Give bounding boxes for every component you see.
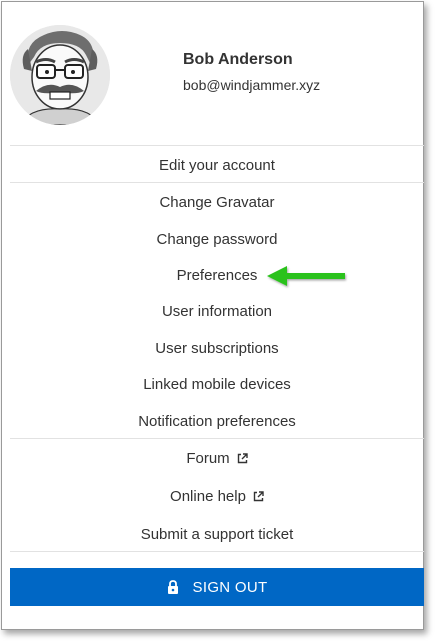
menu-item-label: Change password bbox=[156, 230, 278, 248]
edit-account-link[interactable]: Edit your account bbox=[10, 147, 424, 183]
divider bbox=[10, 551, 424, 552]
menu-item-label: User subscriptions bbox=[155, 339, 279, 357]
change-password-link[interactable]: Change password bbox=[10, 221, 424, 257]
green-arrow-icon bbox=[267, 266, 345, 286]
avatar-cartoon-icon bbox=[10, 25, 110, 125]
user-name: Bob Anderson bbox=[183, 51, 293, 68]
submit-support-ticket-link[interactable]: Submit a support ticket bbox=[10, 516, 424, 552]
menu-item-label: Online help bbox=[170, 487, 246, 505]
change-gravatar-link[interactable]: Change Gravatar bbox=[10, 184, 424, 220]
menu-item-label: Change Gravatar bbox=[159, 193, 275, 211]
menu-item-label: Edit your account bbox=[159, 156, 275, 174]
divider bbox=[10, 145, 424, 146]
user-information-link[interactable]: User information bbox=[10, 293, 424, 329]
preferences-link[interactable]: Preferences bbox=[10, 257, 424, 293]
menu-item-label: Linked mobile devices bbox=[143, 375, 291, 393]
menu-item-label: Forum bbox=[186, 449, 230, 467]
menu-item-label: Submit a support ticket bbox=[140, 525, 294, 543]
menu-item-label: User information bbox=[161, 302, 273, 320]
avatar bbox=[10, 25, 110, 125]
menu-item-label: Preferences bbox=[176, 266, 258, 284]
sign-out-label: SIGN OUT bbox=[192, 578, 268, 596]
user-email: bob@windjammer.xyz bbox=[183, 77, 321, 93]
lock-icon bbox=[167, 580, 179, 594]
linked-mobile-devices-link[interactable]: Linked mobile devices bbox=[10, 366, 424, 402]
online-help-link[interactable]: Online help bbox=[10, 478, 424, 514]
external-link-icon bbox=[237, 452, 248, 464]
forum-link[interactable]: Forum bbox=[10, 440, 424, 476]
user-subscriptions-link[interactable]: User subscriptions bbox=[10, 330, 424, 366]
menu-item-label: Notification preferences bbox=[138, 412, 296, 430]
divider bbox=[10, 182, 424, 183]
user-menu-panel: Bob Anderson bob@windjammer.xyz Edit you… bbox=[1, 1, 424, 630]
profile-header: Bob Anderson bob@windjammer.xyz bbox=[2, 2, 423, 145]
notification-preferences-link[interactable]: Notification preferences bbox=[10, 403, 424, 439]
divider bbox=[10, 438, 424, 439]
sign-out-button[interactable]: SIGN OUT bbox=[10, 568, 424, 606]
external-link-icon bbox=[253, 490, 264, 502]
